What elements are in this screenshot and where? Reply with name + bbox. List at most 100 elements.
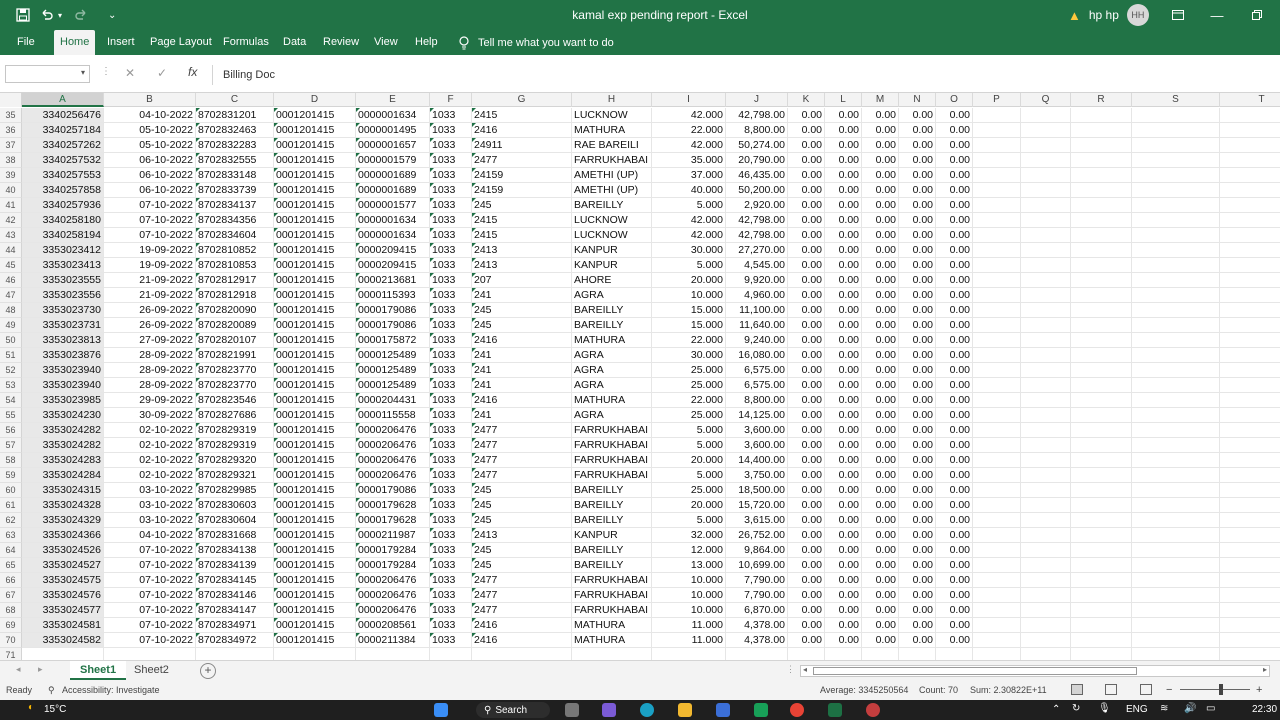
cell-o[interactable]: 0.00 bbox=[936, 228, 973, 243]
cell-p[interactable] bbox=[973, 543, 1021, 558]
cell-j[interactable]: 8,800.00 bbox=[726, 393, 788, 408]
cell-l[interactable]: 0.00 bbox=[825, 318, 862, 333]
cell-e[interactable]: 0000206476 bbox=[356, 468, 430, 483]
redo-icon[interactable] bbox=[74, 0, 88, 30]
cell-d[interactable]: 0001201415 bbox=[274, 618, 356, 633]
avatar[interactable]: HH bbox=[1126, 4, 1149, 26]
cell-n[interactable]: 0.00 bbox=[899, 258, 936, 273]
cell-e[interactable]: 0000204431 bbox=[356, 393, 430, 408]
cell-m[interactable]: 0.00 bbox=[862, 258, 899, 273]
cell-h[interactable]: LUCKNOW bbox=[572, 108, 652, 123]
cell-o[interactable]: 0.00 bbox=[936, 303, 973, 318]
taskbar-search[interactable]: ⚲ Search bbox=[476, 702, 550, 718]
cell-a[interactable]: 3353024577 bbox=[22, 603, 104, 618]
cell-p[interactable] bbox=[973, 378, 1021, 393]
cell-e[interactable]: 0000206476 bbox=[356, 453, 430, 468]
column-header-a[interactable]: A bbox=[22, 93, 104, 107]
cell-l[interactable]: 0.00 bbox=[825, 108, 862, 123]
cell-r[interactable] bbox=[1071, 453, 1132, 468]
cell-j[interactable]: 4,378.00 bbox=[726, 618, 788, 633]
row-header[interactable]: 56 bbox=[0, 423, 22, 438]
cell-i[interactable]: 22.000 bbox=[652, 123, 726, 138]
cell-q[interactable] bbox=[1021, 348, 1071, 363]
row-header[interactable]: 37 bbox=[0, 138, 22, 153]
cell-q[interactable] bbox=[1021, 228, 1071, 243]
cell-e[interactable]: 0000125489 bbox=[356, 378, 430, 393]
cell-i[interactable]: 5.000 bbox=[652, 258, 726, 273]
cell-b[interactable]: 07-10-2022 bbox=[104, 213, 196, 228]
cell-e[interactable]: 0000001577 bbox=[356, 198, 430, 213]
cell-h[interactable]: AGRA bbox=[572, 348, 652, 363]
cell-e[interactable]: 0000115393 bbox=[356, 288, 430, 303]
enter-icon[interactable]: ✓ bbox=[157, 66, 167, 80]
scroll-left-icon[interactable]: ◂ bbox=[803, 665, 807, 674]
edge-icon[interactable] bbox=[640, 703, 654, 717]
cell-d[interactable]: 0001201415 bbox=[274, 513, 356, 528]
cell-a[interactable]: 3340257858 bbox=[22, 183, 104, 198]
cell-m[interactable]: 0.00 bbox=[862, 123, 899, 138]
cell-b[interactable]: 03-10-2022 bbox=[104, 483, 196, 498]
cell-a[interactable]: 3340256476 bbox=[22, 108, 104, 123]
cell-s[interactable] bbox=[1132, 483, 1220, 498]
cell-k[interactable]: 0.00 bbox=[788, 588, 825, 603]
cell-m[interactable]: 0.00 bbox=[862, 213, 899, 228]
cell-g[interactable]: 2477 bbox=[472, 603, 572, 618]
cell-f[interactable]: 1033 bbox=[430, 168, 472, 183]
cell-h[interactable]: LUCKNOW bbox=[572, 213, 652, 228]
cell-r[interactable] bbox=[1071, 513, 1132, 528]
row-header[interactable]: 42 bbox=[0, 213, 22, 228]
cell-k[interactable]: 0.00 bbox=[788, 633, 825, 648]
cell-b[interactable]: 06-10-2022 bbox=[104, 153, 196, 168]
tab-insert[interactable]: Insert bbox=[107, 30, 135, 55]
column-header-o[interactable]: O bbox=[936, 93, 973, 107]
cell-n[interactable]: 0.00 bbox=[899, 243, 936, 258]
cell-a[interactable] bbox=[22, 648, 104, 660]
cell-s[interactable] bbox=[1132, 123, 1220, 138]
cell-g[interactable]: 245 bbox=[472, 513, 572, 528]
cell-p[interactable] bbox=[973, 573, 1021, 588]
cell-o[interactable]: 0.00 bbox=[936, 483, 973, 498]
cell-g[interactable] bbox=[472, 648, 572, 660]
cell-a[interactable]: 3353023730 bbox=[22, 303, 104, 318]
cell-p[interactable] bbox=[973, 318, 1021, 333]
cell-t[interactable] bbox=[1220, 573, 1280, 588]
cell-a[interactable]: 3340258180 bbox=[22, 213, 104, 228]
cell-i[interactable]: 5.000 bbox=[652, 198, 726, 213]
cell-s[interactable] bbox=[1132, 453, 1220, 468]
cell-f[interactable]: 1033 bbox=[430, 183, 472, 198]
cell-q[interactable] bbox=[1021, 513, 1071, 528]
cell-f[interactable]: 1033 bbox=[430, 348, 472, 363]
row-header[interactable]: 66 bbox=[0, 573, 22, 588]
cell-k[interactable]: 0.00 bbox=[788, 423, 825, 438]
cell-p[interactable] bbox=[973, 408, 1021, 423]
cell-b[interactable]: 07-10-2022 bbox=[104, 603, 196, 618]
cell-o[interactable]: 0.00 bbox=[936, 573, 973, 588]
cell-k[interactable]: 0.00 bbox=[788, 558, 825, 573]
cell-i[interactable]: 5.000 bbox=[652, 438, 726, 453]
cell-b[interactable]: 26-09-2022 bbox=[104, 303, 196, 318]
cell-t[interactable] bbox=[1220, 243, 1280, 258]
cell-q[interactable] bbox=[1021, 243, 1071, 258]
cell-q[interactable] bbox=[1021, 648, 1071, 660]
column-header-d[interactable]: D bbox=[274, 93, 356, 107]
cell-b[interactable]: 05-10-2022 bbox=[104, 123, 196, 138]
cell-s[interactable] bbox=[1132, 348, 1220, 363]
cell-c[interactable]: 8702834145 bbox=[196, 573, 274, 588]
cell-q[interactable] bbox=[1021, 333, 1071, 348]
cell-m[interactable] bbox=[862, 648, 899, 660]
cell-e[interactable]: 0000001634 bbox=[356, 108, 430, 123]
cell-f[interactable]: 1033 bbox=[430, 393, 472, 408]
cell-c[interactable]: 8702821991 bbox=[196, 348, 274, 363]
cell-c[interactable]: 8702834137 bbox=[196, 198, 274, 213]
row-header[interactable]: 39 bbox=[0, 168, 22, 183]
tab-view[interactable]: View bbox=[374, 30, 398, 55]
cell-i[interactable]: 30.000 bbox=[652, 348, 726, 363]
cell-p[interactable] bbox=[973, 618, 1021, 633]
cell-m[interactable]: 0.00 bbox=[862, 318, 899, 333]
cell-h[interactable]: AMETHI (UP) bbox=[572, 168, 652, 183]
cell-k[interactable]: 0.00 bbox=[788, 168, 825, 183]
cell-p[interactable] bbox=[973, 108, 1021, 123]
cell-h[interactable]: FARRUKHABAI bbox=[572, 453, 652, 468]
row-header[interactable]: 38 bbox=[0, 153, 22, 168]
cell-t[interactable] bbox=[1220, 183, 1280, 198]
